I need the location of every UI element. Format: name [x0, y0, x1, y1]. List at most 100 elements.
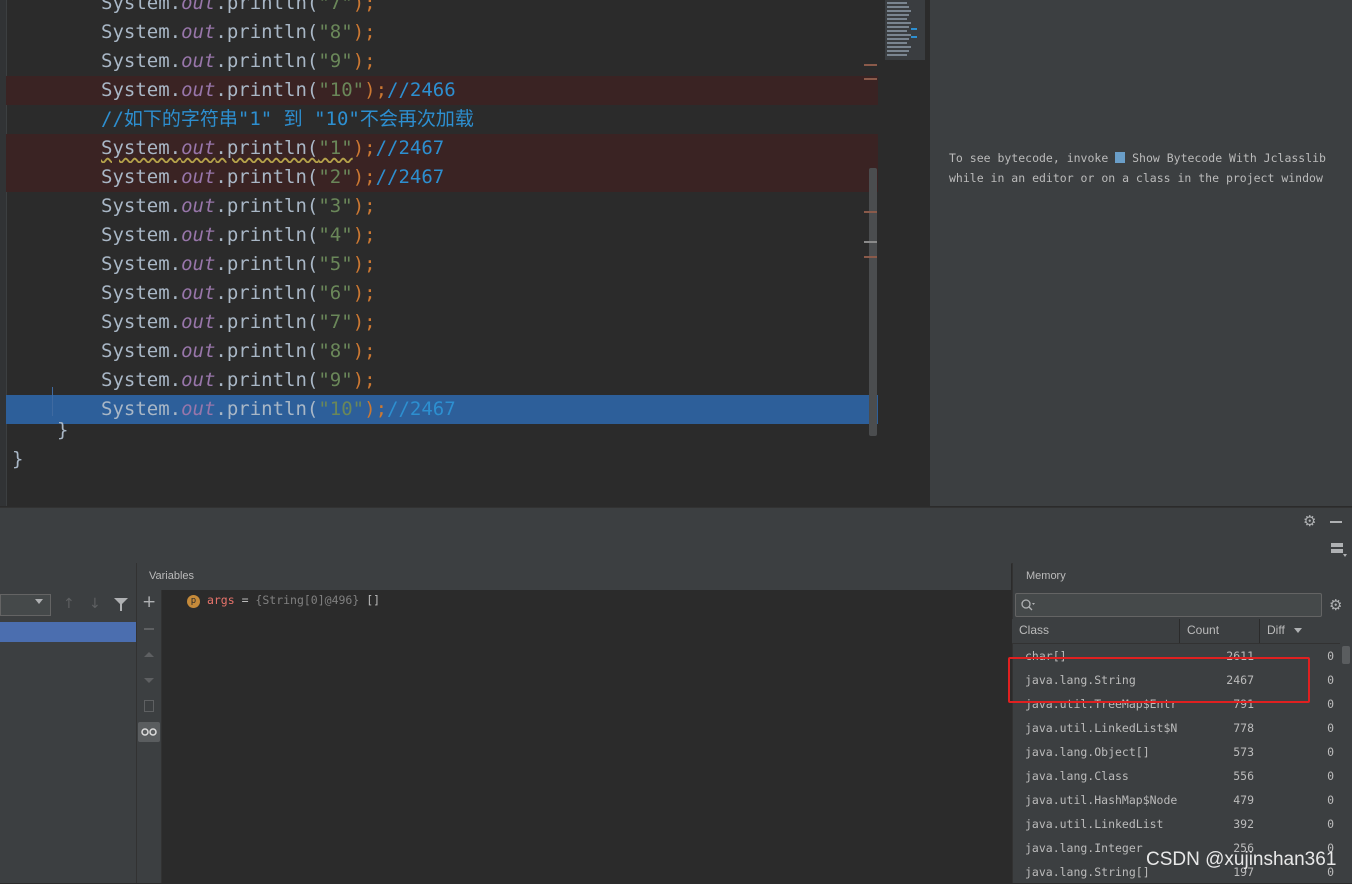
code-class-ref: System. [101, 79, 182, 101]
code-line[interactable]: System.out.println("6"); [101, 279, 376, 308]
code-punctuation: ); [352, 21, 376, 43]
move-up-icon[interactable] [144, 652, 154, 657]
memory-scrollbar[interactable] [1342, 646, 1350, 664]
code-class-ref: System. [101, 398, 182, 420]
memory-search-input[interactable] [1038, 596, 1318, 614]
code-punctuation: ); [352, 137, 376, 159]
memory-row[interactable]: java.util.LinkedList$N 778 0 [1012, 716, 1340, 740]
code-field-ref: out [181, 224, 216, 246]
column-count[interactable]: Count [1180, 619, 1260, 643]
code-punctuation: ); [352, 50, 376, 72]
code-class-ref: System. [101, 311, 182, 333]
hint-text-b: Show Bytecode With Jclasslib [1132, 151, 1326, 165]
thread-select[interactable] [0, 594, 51, 616]
error-stripe-mark[interactable] [864, 64, 877, 66]
memory-search-field[interactable] [1015, 593, 1322, 617]
class-closing-brace: } [12, 448, 24, 470]
frame-item-selected[interactable] [0, 622, 136, 642]
code-punctuation: ); [352, 195, 376, 217]
code-comment: //2467 [375, 137, 445, 159]
code-punctuation: ); [364, 79, 388, 101]
variable-row-args[interactable]: p args = {String[0]@496} [] [187, 593, 380, 609]
code-line[interactable]: System.out.println("10");//2467 [101, 395, 456, 424]
minimize-icon[interactable] [1330, 521, 1342, 523]
glasses-icon[interactable] [138, 722, 160, 742]
memory-row[interactable]: java.util.HashMap$Node 479 0 [1012, 788, 1340, 812]
code-field-ref: out [181, 137, 216, 159]
code-string-literal: "10" [318, 398, 365, 420]
code-class-ref: System. [101, 224, 182, 246]
memory-row[interactable]: java.lang.Object[] 573 0 [1012, 740, 1340, 764]
code-class-ref: System. [101, 253, 182, 275]
watermark: CSDN @xujinshan361 [1146, 849, 1337, 870]
code-class-ref: System. [101, 50, 182, 72]
error-stripe-mark[interactable] [864, 211, 877, 213]
variable-value: {String[0]@496} [255, 593, 360, 607]
memory-class-name: java.lang.Class [1025, 769, 1129, 783]
layout-icon[interactable] [1331, 542, 1349, 558]
code-method-call: .println( [215, 398, 319, 420]
code-line[interactable]: System.out.println("1");//2467 [101, 134, 444, 163]
memory-row[interactable]: java.util.LinkedList 392 0 [1012, 812, 1340, 836]
memory-title: Memory [1026, 570, 1066, 582]
gear-icon[interactable]: ⚙ [1303, 512, 1316, 530]
bytecode-hint: To see bytecode, invoke Show Bytecode Wi… [949, 148, 1344, 188]
code-line[interactable]: System.out.println("7"); [101, 308, 376, 337]
code-line[interactable]: //如下的字符串"1" 到 "10"不会再次加载 [101, 105, 474, 134]
add-watch-icon[interactable]: + [142, 592, 156, 612]
code-line[interactable]: System.out.println("8"); [101, 18, 376, 47]
code-punctuation: ); [352, 224, 376, 246]
code-field-ref: out [181, 79, 216, 101]
code-line[interactable]: System.out.println("4"); [101, 221, 376, 250]
variable-name: args [206, 593, 235, 607]
memory-settings-icon[interactable]: ⚙ [1329, 596, 1342, 614]
code-line[interactable]: System.out.println("9"); [101, 47, 376, 76]
code-statement: System.out.println("1" [101, 137, 353, 159]
code-statement: System.out.println("7" [101, 0, 353, 14]
code-method-call: .println( [215, 0, 319, 14]
column-diff[interactable]: Diff [1260, 619, 1340, 643]
jclasslib-icon [1115, 152, 1126, 163]
minimap-lines-icon [887, 2, 917, 56]
error-stripe-mark[interactable] [864, 78, 877, 80]
code-field-ref: out [181, 282, 216, 304]
highlight-annotation-box [1008, 657, 1310, 703]
code-field-ref: out [181, 0, 216, 14]
error-stripe-mark[interactable] [864, 241, 877, 243]
code-statement: System.out.println("8" [101, 21, 353, 43]
debug-toolwindow-header: ⚙ [0, 507, 1352, 536]
filter-icon[interactable] [114, 598, 128, 611]
code-method-call: .println( [215, 311, 319, 333]
code-line[interactable]: System.out.println("5"); [101, 250, 376, 279]
code-comment: //2466 [387, 79, 456, 101]
code-line[interactable]: System.out.println("8"); [101, 337, 376, 366]
code-field-ref: out [181, 340, 216, 362]
code-method-call: .println( [215, 253, 319, 275]
code-line[interactable]: System.out.println("9"); [101, 366, 376, 395]
code-class-ref: System. [101, 195, 182, 217]
chevron-down-icon [35, 599, 43, 604]
code-line[interactable]: System.out.println("7"); [101, 0, 376, 18]
code-line[interactable]: System.out.println("10");//2466 [101, 76, 456, 105]
code-line[interactable]: System.out.println("2");//2467 [101, 163, 444, 192]
code-line[interactable]: System.out.println("3"); [101, 192, 376, 221]
code-editor[interactable]: System.out.println("7"); System.out.print… [0, 0, 878, 506]
remove-watch-icon[interactable] [144, 628, 154, 630]
code-punctuation: ); [352, 166, 376, 188]
code-class-ref: System. [101, 282, 182, 304]
memory-row[interactable]: java.lang.Class 556 0 [1012, 764, 1340, 788]
column-class[interactable]: Class [1012, 619, 1180, 643]
code-method-call: .println( [215, 166, 319, 188]
arrow-down-icon[interactable]: ↓ [89, 596, 101, 612]
copy-icon[interactable] [144, 700, 154, 712]
code-statement: System.out.println("9" [101, 50, 353, 72]
error-stripe-mark[interactable] [864, 256, 877, 258]
code-statement: System.out.println("9" [101, 369, 353, 391]
code-class-ref: System. [101, 166, 182, 188]
move-down-icon[interactable] [144, 678, 154, 683]
code-method-call: .println( [215, 21, 319, 43]
editor-vertical-scrollbar[interactable] [869, 168, 877, 436]
arrow-up-icon[interactable]: ↑ [63, 596, 75, 612]
code-minimap[interactable] [885, 0, 925, 60]
memory-class-name: java.util.LinkedList$N [1025, 721, 1178, 735]
